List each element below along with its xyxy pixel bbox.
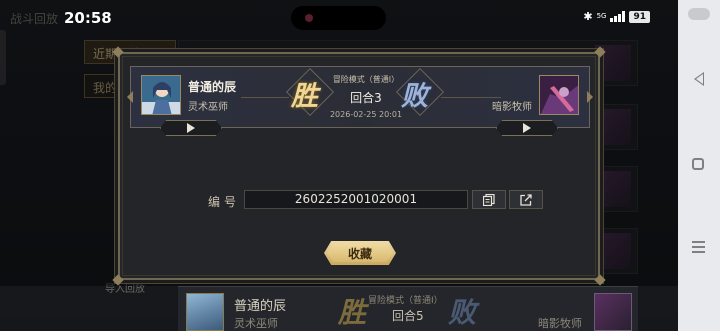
player-avatar [186,293,224,331]
bluetooth-icon: ✱ [583,10,593,23]
replay-list-item[interactable]: 普通的辰 灵术巫师 胜 冒险模式（普通Ⅰ） 回合5 败 暗影牧师 [178,286,638,331]
result-lose: 败 [448,296,477,329]
copy-id-button[interactable] [472,190,506,209]
share-icon [520,193,532,206]
divider-line [241,97,289,98]
frame-notch [587,91,593,103]
signal-icon [610,11,626,22]
result-win: 胜 [338,296,367,329]
round-label: 回合3 [350,91,382,105]
opponent-class: 暗影牧师 [492,102,532,113]
play-player-replay-button[interactable] [160,120,222,136]
favorite-button[interactable]: 收藏 [324,241,396,265]
camera-notch [291,6,386,30]
replay-id-label: 编号 [208,195,241,209]
share-button[interactable] [509,190,543,209]
match-summary-card: 普通的辰 灵术巫师 胜 冒险模式（普通Ⅰ） 回合3 2026-02-25 20:… [127,66,593,128]
game-mode: 冒险模式（普通Ⅰ） [332,75,400,84]
system-nav-bar [678,0,720,331]
opponent-class: 暗影牧师 [538,317,582,330]
opponent-avatar [539,75,579,115]
frame-notch [127,91,133,103]
battery-icon: 91 [629,10,650,23]
round-label: 回合5 [392,309,424,323]
player-avatar [141,75,181,115]
replay-id-field[interactable]: 2602252001020001 [244,190,468,209]
result-win: 胜 [291,81,318,112]
play-icon [523,123,531,133]
player-class: 灵术巫师 [188,102,228,113]
replay-detail-dialog: 普通的辰 灵术巫师 胜 冒险模式（普通Ⅰ） 回合3 2026-02-25 20:… [112,46,606,286]
clock: 20:58 [64,9,112,27]
player-class: 灵术巫师 [234,317,278,330]
home-icon[interactable] [692,158,704,170]
play-icon [187,123,195,133]
copy-icon [483,193,495,206]
network-label: 5G [596,12,607,20]
favorite-label: 收藏 [347,246,372,261]
camera-icon [305,14,313,22]
play-opponent-replay-button[interactable] [496,120,558,136]
player-name: 普通的辰 [234,299,287,314]
player-name: 普通的辰 [188,80,237,94]
nav-pill [688,8,710,20]
game-mode: 冒险模式（普通Ⅰ） [368,296,443,306]
status-bar: 20:58 ✱ 5G 91 [0,0,678,34]
back-icon[interactable] [694,72,704,86]
opponent-avatar [594,293,632,331]
menu-icon[interactable] [692,241,705,256]
result-lose: 败 [401,81,428,112]
match-datetime: 2026-02-25 20:01 [329,110,403,119]
status-icons: ✱ 5G 91 [583,10,650,23]
